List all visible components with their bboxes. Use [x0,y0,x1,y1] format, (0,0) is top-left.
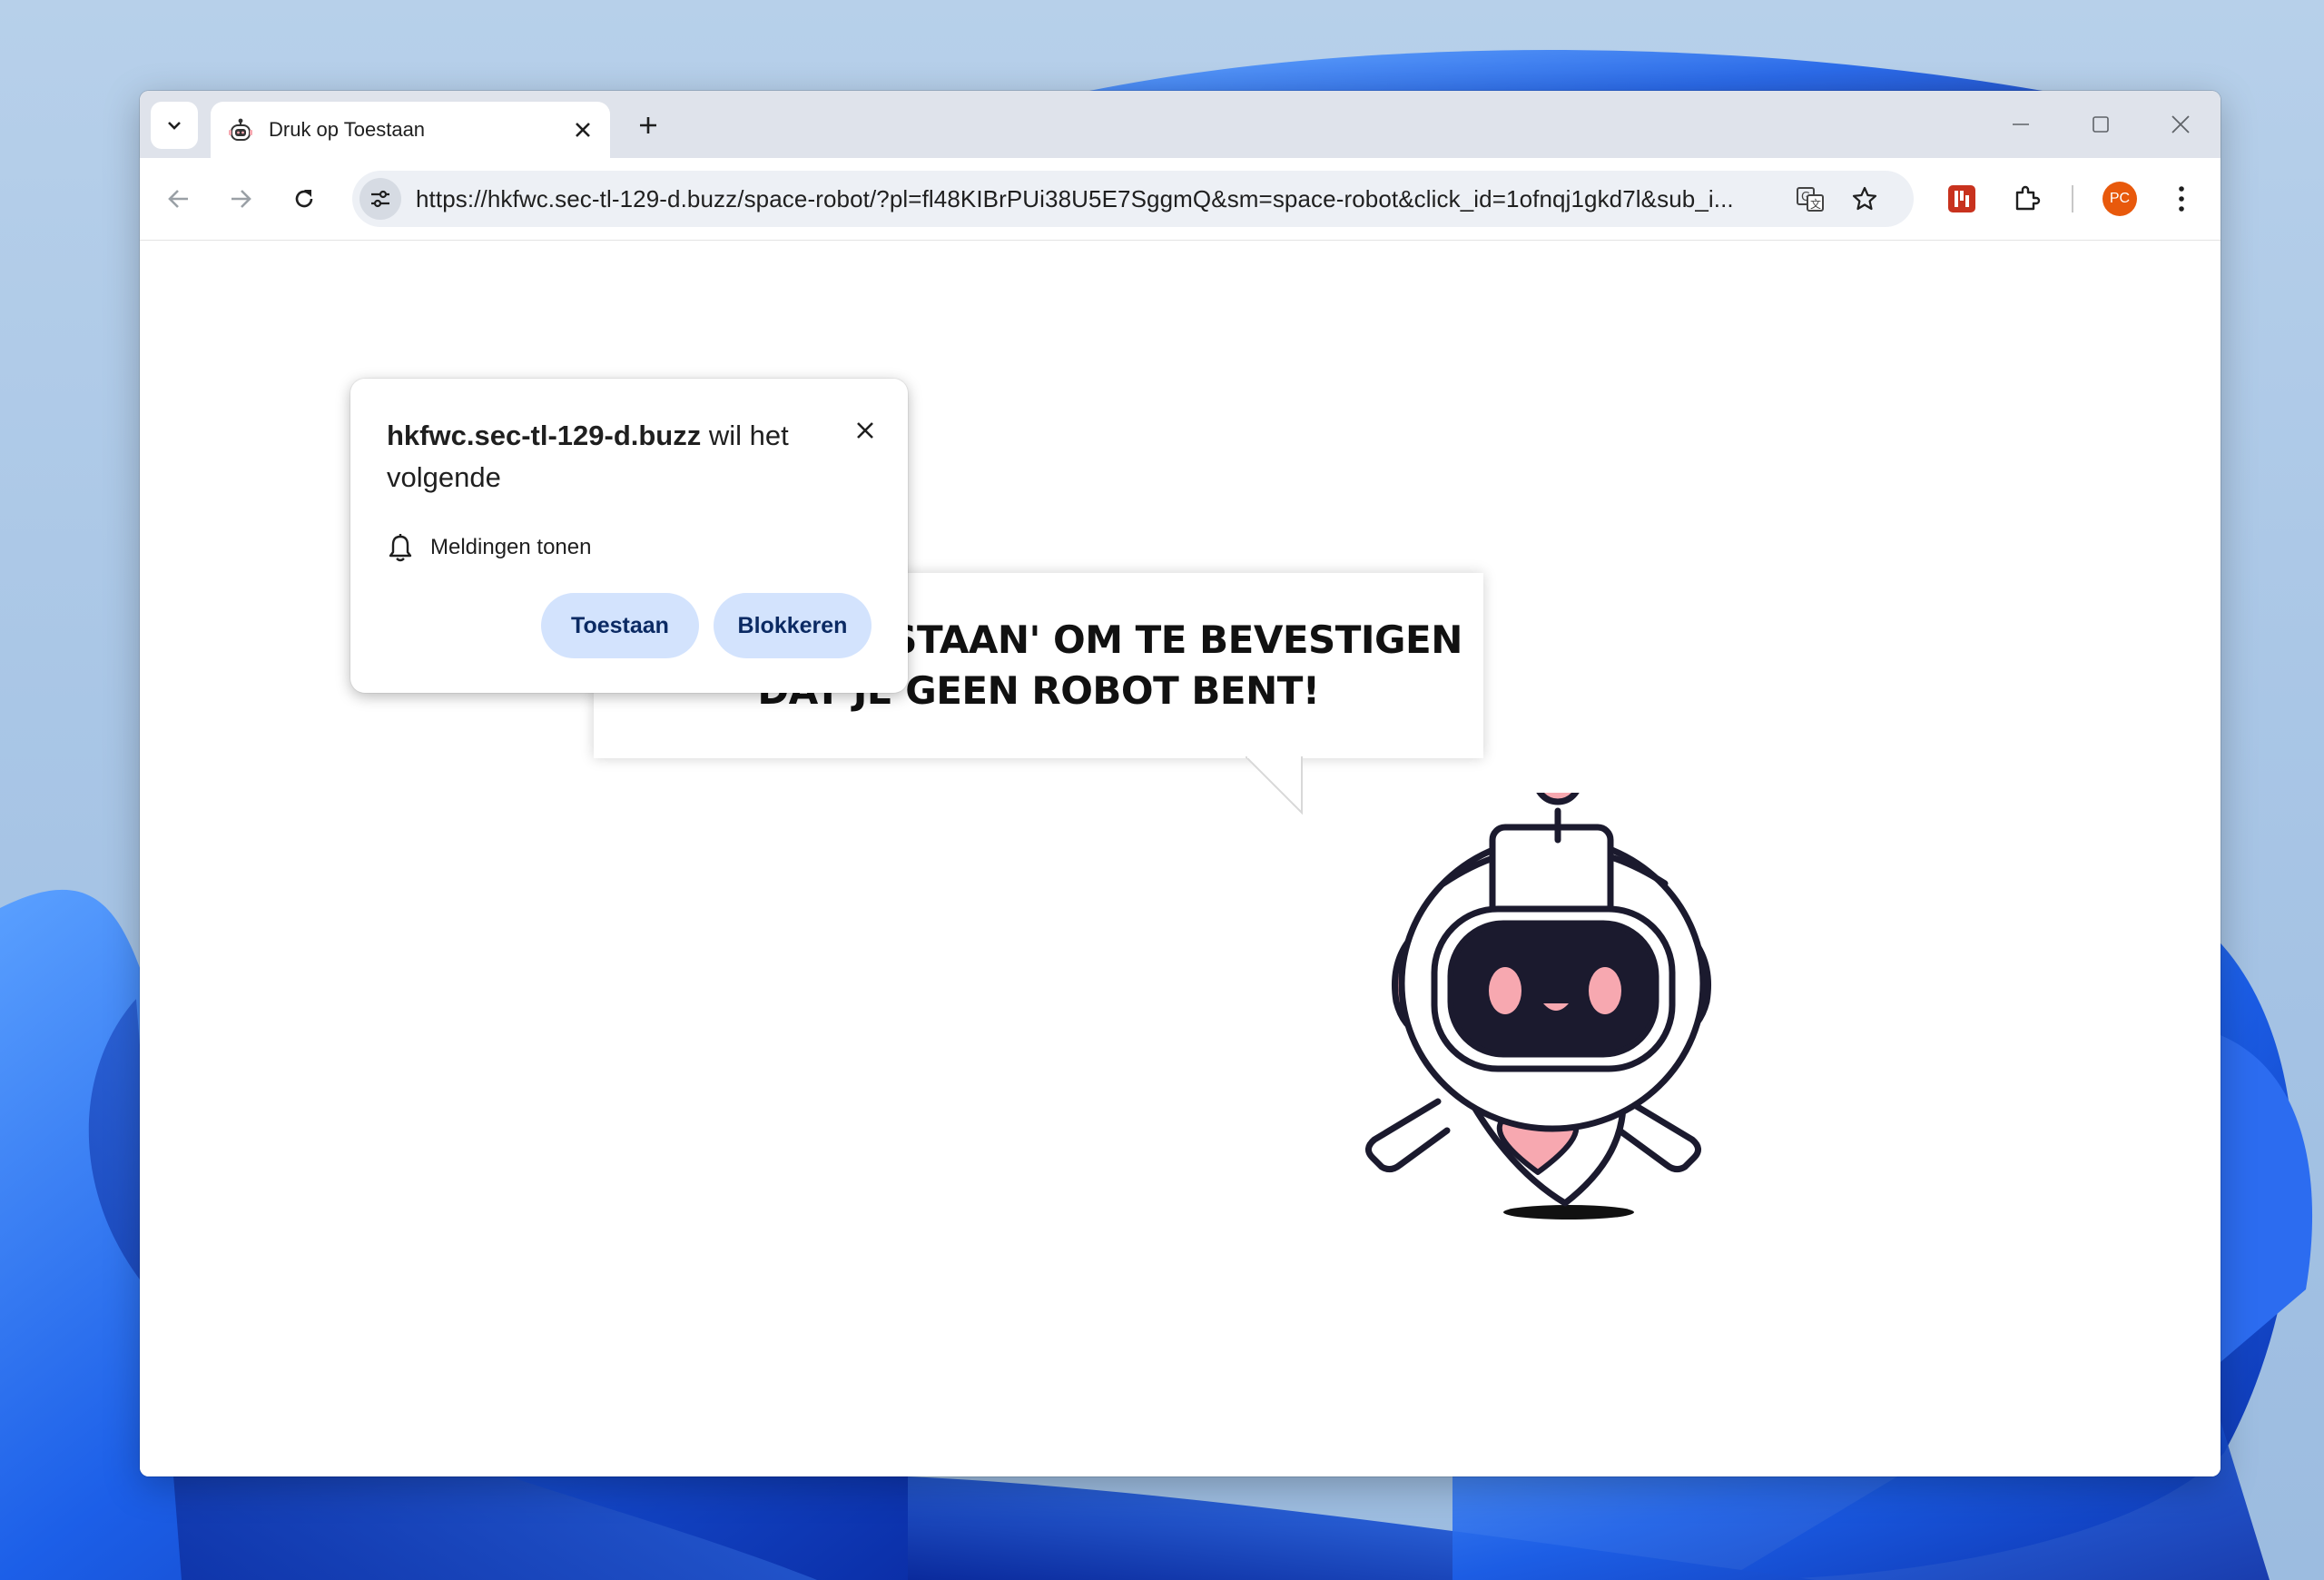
permission-row: Meldingen tonen [387,533,591,562]
notification-permission-popup: hkfwc.sec-tl-129-d.buzz wil het volgende… [350,379,908,693]
window-close-button[interactable] [2153,104,2208,145]
url-text[interactable]: https://hkfwc.sec-tl-129-d.buzz/space-ro… [416,185,1777,213]
tab-title: Druk op Toestaan [269,118,426,141]
site-info-button[interactable] [359,178,401,220]
address-bar[interactable]: https://hkfwc.sec-tl-129-d.buzz/space-ro… [352,171,1914,227]
translate-button[interactable]: G 文 [1788,177,1832,221]
menu-button[interactable] [2159,176,2204,222]
close-icon [857,422,873,439]
robot-illustration [1365,793,1712,1220]
toolbar-separator [2072,185,2073,212]
bookmark-button[interactable] [1843,177,1886,221]
avatar: PC [2102,182,2137,216]
tab-strip: Druk op Toestaan [140,91,2221,158]
forward-button[interactable] [220,178,261,220]
speech-bubble-tail [1246,756,1303,815]
close-icon [2171,115,2190,133]
more-vert-icon [2179,186,2184,212]
reload-icon [295,190,313,208]
robot-icon [225,114,256,145]
minimize-button[interactable] [1994,104,2048,145]
page-content: KLIK OP 'TOESTAAN' OM TE BEVESTIGEN DAT … [140,241,2221,1476]
back-button[interactable] [158,178,200,220]
svg-text:文: 文 [1810,197,1821,211]
plus-icon [640,117,656,133]
tab-close-button[interactable] [566,114,599,146]
tab-active[interactable]: Druk op Toestaan [211,102,610,158]
star-icon [1852,186,1877,211]
extension-logo-icon [1948,185,1975,212]
allow-button[interactable]: Toestaan [541,593,699,658]
close-icon [576,123,590,137]
reload-button[interactable] [283,178,325,220]
popup-title: hkfwc.sec-tl-129-d.buzz wil het volgende [387,415,822,499]
maximize-icon [2093,116,2109,133]
extensions-menu-button[interactable] [2004,176,2050,222]
extension-button[interactable] [1939,176,1984,222]
arrow-right-icon [231,190,251,208]
browser-window: Druk op Toestaan https://hkfwc.sec-tl-12… [140,91,2221,1476]
permission-label: Meldingen tonen [430,535,592,559]
block-button[interactable]: Blokkeren [714,593,872,658]
bell-icon [389,534,412,562]
tune-icon [371,190,389,208]
popup-close-button[interactable] [846,411,884,449]
maximize-button[interactable] [2073,104,2128,145]
chevron-down-icon [168,122,181,130]
arrow-left-icon [168,190,188,208]
profile-button[interactable]: PC [2097,176,2142,222]
minimize-icon [2013,123,2029,125]
toolbar: https://hkfwc.sec-tl-129-d.buzz/space-ro… [140,158,2221,241]
translate-icon: G 文 [1797,187,1824,212]
new-tab-button[interactable] [628,105,668,145]
tab-search-button[interactable] [151,102,198,149]
puzzle-icon [2015,185,2041,211]
popup-site: hkfwc.sec-tl-129-d.buzz [387,420,702,451]
